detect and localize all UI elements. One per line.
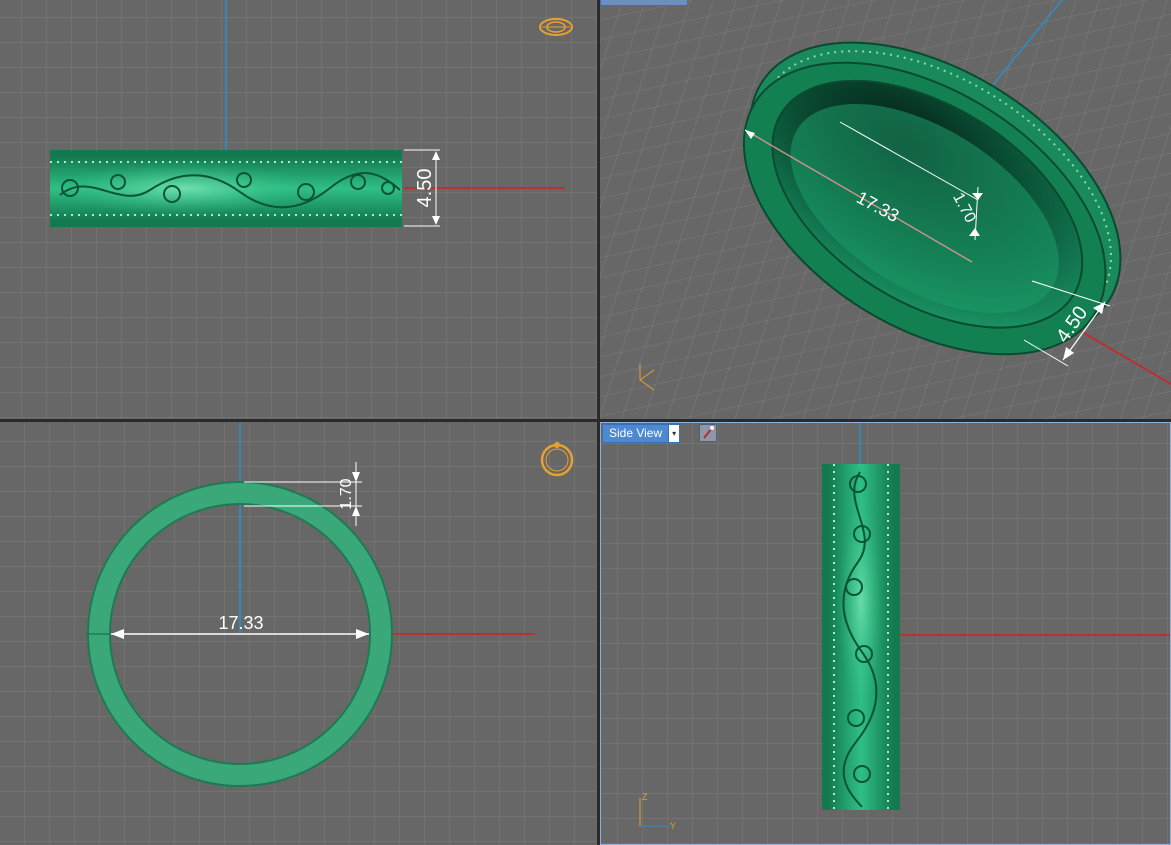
dimension-height-label: 4.50 [414, 169, 436, 208]
dropdown-arrow-icon[interactable]: ▾ [668, 425, 680, 442]
viewport-divider-vertical[interactable] [597, 0, 600, 845]
viewport-perspective-canvas: 17.33 1.70 4.50 [600, 0, 1171, 419]
dimension-thickness-label: 1.70 [338, 478, 355, 509]
viewport-top[interactable]: 4.50 [0, 0, 597, 419]
viewport-side[interactable]: Z Y Side View ▾ [600, 422, 1171, 845]
ring-band[interactable] [50, 150, 402, 227]
paint-tool-icon[interactable] [699, 424, 717, 442]
axis-y-label: Y [670, 821, 676, 831]
viewport-perspective[interactable]: 17.33 1.70 4.50 [600, 0, 1171, 419]
viewport-top-canvas: 4.50 [0, 0, 597, 419]
view-selector-label: Side View [609, 426, 663, 440]
axis-z-label: Z [642, 792, 648, 802]
viewport-front[interactable]: 17.33 1.70 [0, 422, 597, 845]
dimension-diameter-label: 17.33 [218, 613, 263, 633]
viewport-divider-horizontal[interactable] [0, 419, 1171, 422]
ring-navigation-gizmo-icon[interactable] [539, 18, 573, 36]
ring-band-side[interactable] [822, 464, 900, 810]
view-selector[interactable]: Side View ▾ [602, 424, 681, 443]
viewport-side-canvas: Z Y [600, 422, 1171, 845]
viewport-front-canvas: 17.33 1.70 [0, 422, 597, 845]
view-label-tab[interactable] [600, 0, 688, 6]
